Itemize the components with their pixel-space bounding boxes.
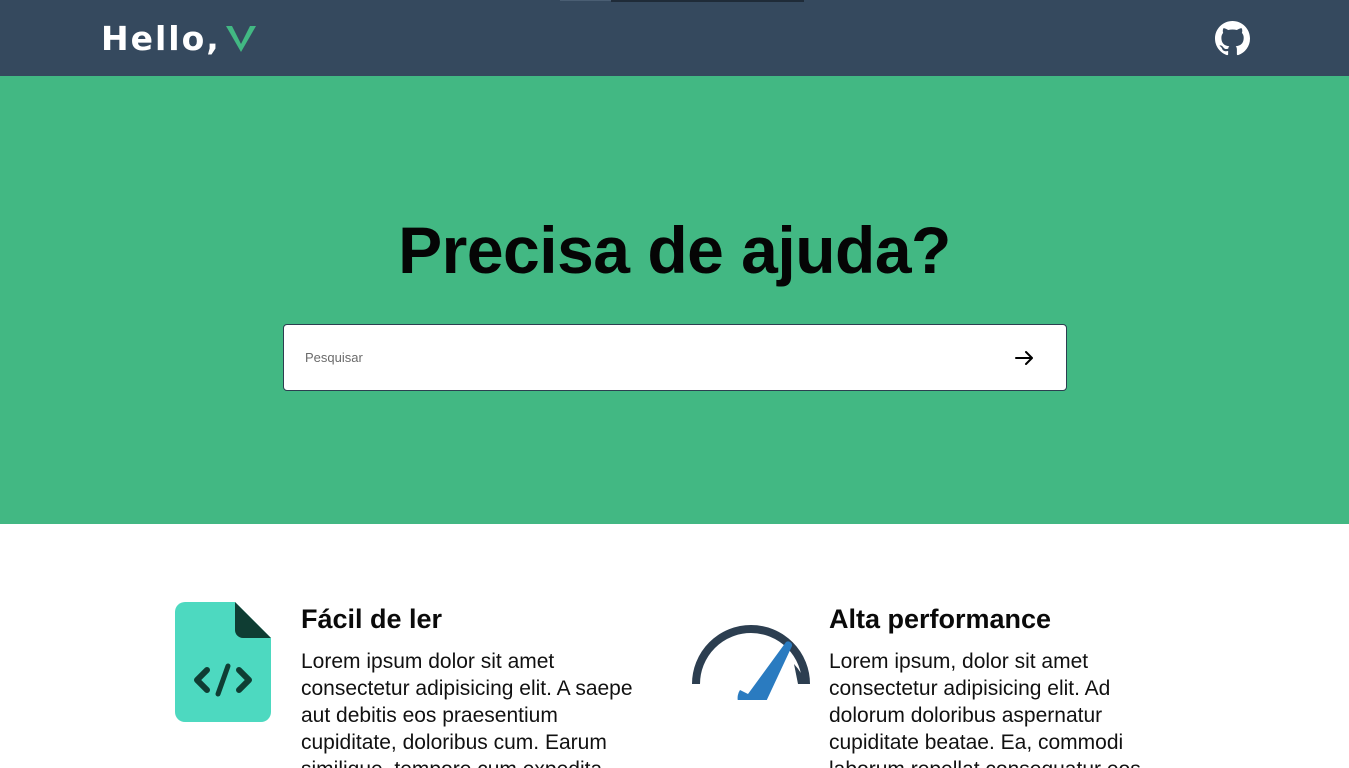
code-file-icon — [175, 602, 271, 722]
search-input[interactable] — [305, 325, 995, 390]
vue-logo-icon — [225, 23, 257, 53]
search-submit-button[interactable] — [1012, 345, 1038, 371]
features-section: Fácil de ler Lorem ipsum dolor sit amet … — [0, 524, 1349, 768]
feature-description: Lorem ipsum dolor sit amet consectetur a… — [301, 650, 633, 768]
feature-title: Alta performance — [829, 604, 1052, 634]
feature-description: Lorem ipsum, dolor sit amet consectetur … — [829, 650, 1141, 768]
hero-section: Precisa de ajuda? — [0, 76, 1349, 524]
github-icon[interactable] — [1215, 21, 1250, 56]
speedometer-icon — [690, 624, 812, 713]
hero-title: Precisa de ajuda? — [398, 213, 951, 287]
top-navbar: Hello, — [0, 0, 1349, 76]
site-logo[interactable]: Hello, — [101, 18, 257, 58]
feature-title: Fácil de ler — [301, 604, 443, 634]
search-box — [283, 324, 1067, 391]
logo-text: Hello, — [101, 18, 221, 58]
arrow-right-icon — [1015, 351, 1033, 365]
page-loading-bar — [611, 0, 804, 2]
page-loading-track — [560, 0, 611, 1]
